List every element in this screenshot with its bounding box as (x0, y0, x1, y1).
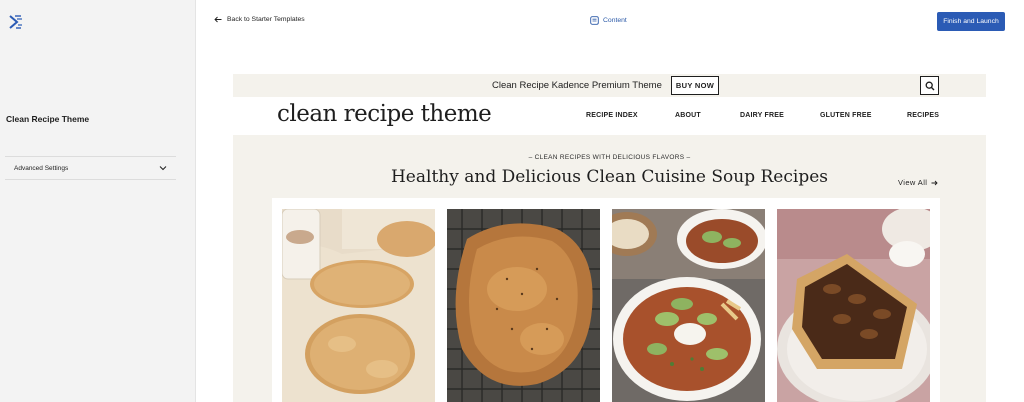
kadence-logo-icon[interactable] (8, 14, 24, 30)
content-tab[interactable]: Content (590, 16, 627, 25)
promo-bar: Clean Recipe Kadence Premium Theme BUY N… (233, 74, 986, 97)
nav-about[interactable]: ABOUT (675, 112, 701, 119)
top-bar: Back to Starter Templates Content Finish… (196, 0, 1024, 44)
advanced-settings-label: Advanced Settings (14, 164, 69, 172)
site-header: clean recipe theme RECIPE INDEX ABOUT DA… (233, 97, 986, 135)
recipe-card[interactable] (777, 209, 930, 402)
recipe-cards (272, 198, 940, 402)
roast-chicken-photo (447, 209, 600, 402)
section-kicker: – CLEAN RECIPES WITH DELICIOUS FLAVORS – (528, 154, 691, 161)
sidebar: Clean Recipe Theme Advanced Settings (0, 0, 196, 402)
pecan-pie-photo (777, 209, 930, 402)
recipe-card[interactable] (282, 209, 435, 402)
site-logo-text[interactable]: clean recipe theme (277, 101, 492, 127)
finish-and-launch-button[interactable]: Finish and Launch (937, 12, 1005, 31)
recipe-card[interactable] (447, 209, 600, 402)
back-to-starter-templates-link[interactable]: Back to Starter Templates (214, 16, 305, 23)
buy-now-button[interactable]: BUY NOW (671, 76, 719, 95)
content-tab-label: Content (603, 17, 627, 24)
flatbread-photo (282, 209, 435, 402)
search-button[interactable] (920, 76, 939, 95)
content-icon (590, 16, 599, 25)
nav-gluten-free[interactable]: GLUTEN FREE (820, 112, 872, 119)
promo-text: Clean Recipe Kadence Premium Theme (492, 80, 662, 91)
featured-section: – CLEAN RECIPES WITH DELICIOUS FLAVORS –… (233, 135, 986, 402)
recipe-card[interactable] (612, 209, 765, 402)
advanced-settings-toggle[interactable]: Advanced Settings (5, 156, 176, 180)
nav-recipes[interactable]: RECIPES (907, 112, 939, 119)
search-icon (925, 81, 934, 90)
section-heading: Healthy and Delicious Clean Cuisine Soup… (390, 167, 828, 187)
back-link-label: Back to Starter Templates (227, 16, 305, 23)
site-preview: Clean Recipe Kadence Premium Theme BUY N… (233, 74, 986, 402)
chevron-down-icon (159, 166, 167, 171)
view-all-label: View All (898, 178, 928, 187)
arrow-left-icon (214, 16, 222, 23)
arrow-right-icon (931, 180, 938, 185)
tortilla-soup-photo (612, 209, 765, 402)
nav-dairy-free[interactable]: DAIRY FREE (740, 112, 784, 119)
nav-recipe-index[interactable]: RECIPE INDEX (586, 112, 638, 119)
site-title: Clean Recipe Theme (6, 114, 90, 124)
view-all-link[interactable]: View All (898, 178, 938, 187)
